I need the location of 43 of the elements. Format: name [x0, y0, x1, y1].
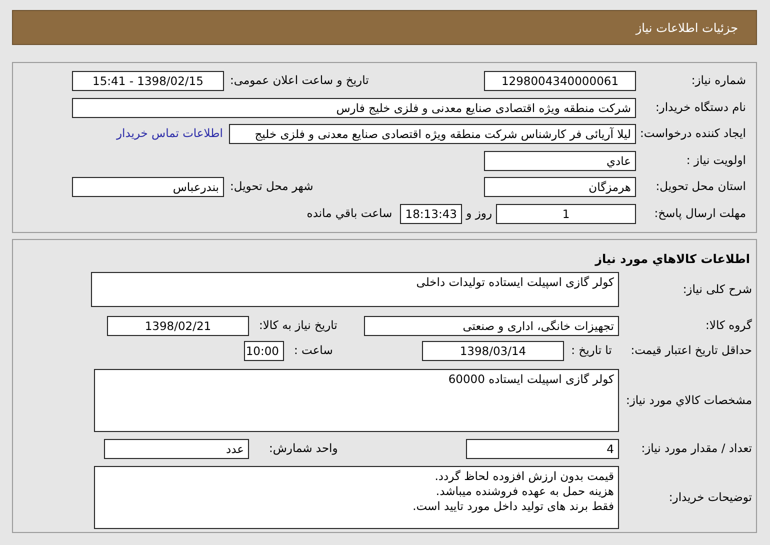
field-label: روز و: [464, 204, 493, 222]
value-box: کولر گازی اسپیلت ایستاده 60000: [94, 369, 619, 432]
note-line: هزینه حمل به عهده فروشنده میباشد.: [434, 484, 614, 499]
field-label: نام دستگاه خریدار:: [654, 98, 746, 116]
field-label: تاریخ و ساعت اعلان عمومی:: [229, 72, 370, 90]
field-label: تاریخ نیاز به کالا:: [258, 317, 338, 334]
field-label: تا تاریخ :: [570, 342, 613, 360]
field-label: حداقل تاریخ اعتبار قیمت:: [630, 342, 752, 360]
value-box: لیلا آریائی فر کارشناس شرکت منطقه ویژه اقتصادی صنایع معدنی و فلزی خلیج: [229, 124, 636, 144]
field-label: مهلت ارسال پاسخ:: [653, 204, 746, 222]
value-box: بندرعباس: [72, 177, 224, 197]
field-label: مشخصات کالاي مورد نیاز:: [624, 392, 752, 409]
field-label: استان محل تحویل:: [654, 178, 746, 196]
value-box: 18:13:43: [400, 204, 462, 224]
note-line: فقط برند های تولید داخل مورد تایید است.: [412, 499, 614, 514]
value-box: تجهیزات خانگی، اداری و صنعتی: [364, 316, 619, 336]
value-box: 4: [466, 439, 619, 459]
value-box: هرمزگان: [484, 177, 636, 197]
value-box: 1398/02/21: [107, 316, 249, 336]
field-label: تعداد / مقدار مورد نیاز:: [640, 440, 752, 458]
value-box: عدد: [104, 439, 249, 459]
value-box: 1298004340000061: [484, 71, 636, 91]
field-label: شماره نیاز:: [690, 72, 746, 90]
value-box: 1: [496, 204, 636, 224]
field-label: واحد شمارش:: [268, 440, 339, 458]
field-label: اولویت نیاز :: [685, 152, 746, 169]
value-box: 1398/03/14: [422, 341, 564, 361]
value-box: 10:00: [244, 341, 284, 361]
value-box: شرکت منطقه ویژه اقتصادی صنایع معدنی و فلزی خلیج فارس: [72, 98, 636, 118]
field-label: شهر محل تحویل:: [229, 178, 314, 196]
value-box: کولر گازی اسپیلت ایستاده تولیدات داخلی: [91, 272, 619, 307]
field-label: ساعت :: [293, 342, 334, 360]
value-box: عادي: [484, 150, 636, 170]
field-label: شرح کلی نیاز:: [682, 280, 752, 298]
field-label: ساعت باقي مانده: [306, 204, 394, 222]
field-label: ایجاد کننده درخواست:: [639, 125, 746, 142]
page-title-bar: جزئیات اطلاعات نیاز: [12, 10, 757, 45]
value-box: 1398/02/15 - 15:41: [72, 71, 224, 91]
field-label: گروه کالا:: [704, 317, 752, 334]
field-label: توضیحات خریدار:: [668, 488, 752, 506]
section-title: اطلاعات كالاهاي مورد نياز: [594, 251, 751, 268]
note-line: قیمت بدون ارزش افزوده لحاظ گردد.: [434, 469, 614, 484]
contact-link[interactable]: اطلاعات تماس خریدار: [116, 125, 223, 143]
